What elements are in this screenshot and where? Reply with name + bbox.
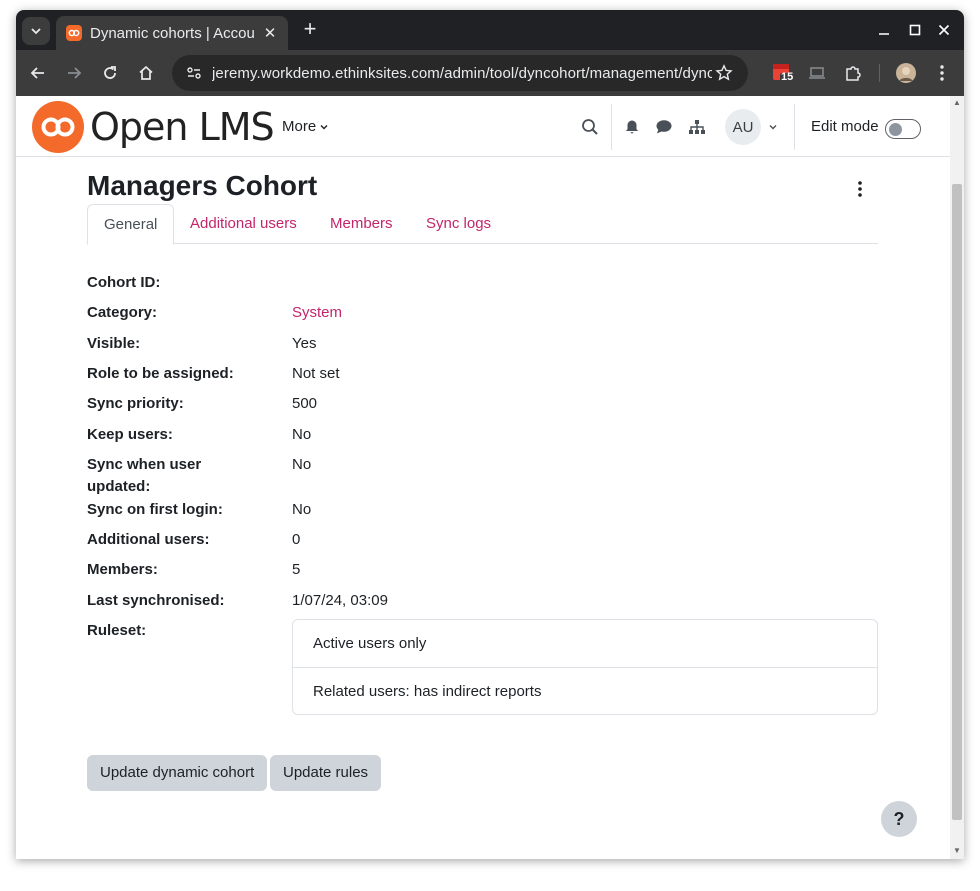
address-bar[interactable]: jeremy.workdemo.ethinksites.com/admin/to… [172,55,748,91]
user-avatar[interactable]: AU [725,109,761,145]
ruleset-list: Active users only Related users: has ind… [292,619,878,715]
browser-menu-kebab-icon[interactable] [929,60,955,86]
detail-label: Sync priority: [87,395,184,412]
page-actions-kebab-icon[interactable] [851,178,869,200]
tab-additional-users[interactable]: Additional users [174,204,313,244]
page-scrollbar[interactable]: ▲ ▼ [950,96,964,859]
more-menu-button[interactable]: More [282,118,329,135]
maximize-window-icon[interactable] [905,20,925,40]
more-menu-label: More [282,118,317,135]
logo-text: Open LMS [90,105,275,149]
site-navbar: Open LMS More AU Edit mode [16,96,950,157]
tab-sync-logs[interactable]: Sync logs [410,204,507,244]
detail-value: Not set [292,365,340,382]
detail-value: No [292,426,312,443]
detail-label: Members: [87,561,158,578]
calendar-badge: 15 [781,71,794,83]
tab-members[interactable]: Members [314,204,409,244]
tab-strip: Dynamic cohorts | Account ✕ + [16,10,964,50]
update-rules-button[interactable]: Update rules [270,755,382,791]
detail-value: 500 [292,395,318,412]
back-arrow-icon[interactable] [25,60,51,86]
cast-screen-icon[interactable] [804,60,830,86]
detail-value: 0 [292,531,301,548]
browser-window: Dynamic cohorts | Account ✕ + jeremy.wor… [16,10,964,859]
detail-label: Category: [87,304,158,321]
bookmark-star-icon[interactable] [712,61,736,85]
edit-mode-toggle[interactable] [885,119,921,139]
navbar-divider [794,104,795,150]
messages-chat-icon[interactable] [653,116,675,138]
org-hierarchy-icon[interactable] [686,116,708,138]
ruleset-rule-item: Active users only [313,635,427,652]
detail-label: Sync when user updated: [87,456,202,495]
site-info-icon[interactable] [182,61,206,85]
scroll-thumb[interactable] [952,184,962,820]
detail-label: Visible: [87,335,141,352]
detail-label: Last synchronised: [87,592,225,609]
browser-tab-active[interactable]: Dynamic cohorts | Account ✕ [56,16,288,50]
page-viewport: Open LMS More AU Edit mode ▲ ▼ Managers … [16,96,964,859]
detail-label: Ruleset: [87,622,147,639]
user-menu-chevron-down-icon[interactable] [762,116,784,138]
profile-avatar-icon[interactable] [893,60,919,86]
cohort-tabs: General Additional users Members Sync lo… [87,204,878,245]
url-text: jeremy.workdemo.ethinksites.com/admin/to… [212,64,712,82]
chevron-down-icon [31,28,41,35]
detail-label: Cohort ID: [87,274,161,291]
detail-value: Yes [292,335,317,352]
home-icon[interactable] [133,60,159,86]
open-lms-favicon-icon [66,25,82,41]
ruleset-rule-item: Related users: has indirect reports [293,667,877,714]
detail-label: Keep users: [87,426,173,443]
toggle-knob [889,122,902,136]
update-dynamic-cohort-button[interactable]: Update dynamic cohort [87,755,268,791]
tab-search-button[interactable] [22,17,50,45]
detail-value: 5 [292,561,301,578]
help-question-button[interactable]: ? [881,801,917,837]
close-window-icon[interactable] [934,20,954,40]
notification-bell-icon[interactable] [621,116,643,138]
search-icon[interactable] [579,116,601,138]
detail-label: Sync on first login: [87,501,223,518]
new-tab-icon[interactable]: + [298,18,322,42]
extensions-puzzle-icon[interactable] [840,60,866,86]
page-title: Managers Cohort [87,170,318,201]
tab-title: Dynamic cohorts | Account [90,24,254,42]
detail-value: No [292,501,312,518]
scroll-up-arrow-icon[interactable]: ▲ [953,99,961,107]
forward-arrow-icon[interactable] [61,60,87,86]
tab-general[interactable]: General [87,204,175,245]
open-lms-logo[interactable]: Open LMS [32,101,275,153]
minimize-window-icon[interactable] [874,20,894,40]
calendar-extension-icon[interactable]: 15 [770,60,796,86]
navbar-divider [611,104,612,150]
toolbar-divider [879,64,880,82]
browser-toolbar: jeremy.workdemo.ethinksites.com/admin/to… [16,50,964,96]
detail-value: No [292,456,312,473]
detail-label: Role to be assigned: [87,365,234,382]
category-link[interactable]: System [292,302,342,324]
close-tab-icon[interactable]: ✕ [262,24,278,42]
chevron-down-icon [320,124,328,129]
edit-mode-label: Edit mode [811,118,879,135]
scroll-down-arrow-icon[interactable]: ▼ [953,847,961,855]
reload-icon[interactable] [97,60,123,86]
open-lms-logo-icon [32,101,84,153]
detail-label: Additional users: [87,531,210,548]
detail-value: 1/07/24, 03:09 [292,592,388,609]
